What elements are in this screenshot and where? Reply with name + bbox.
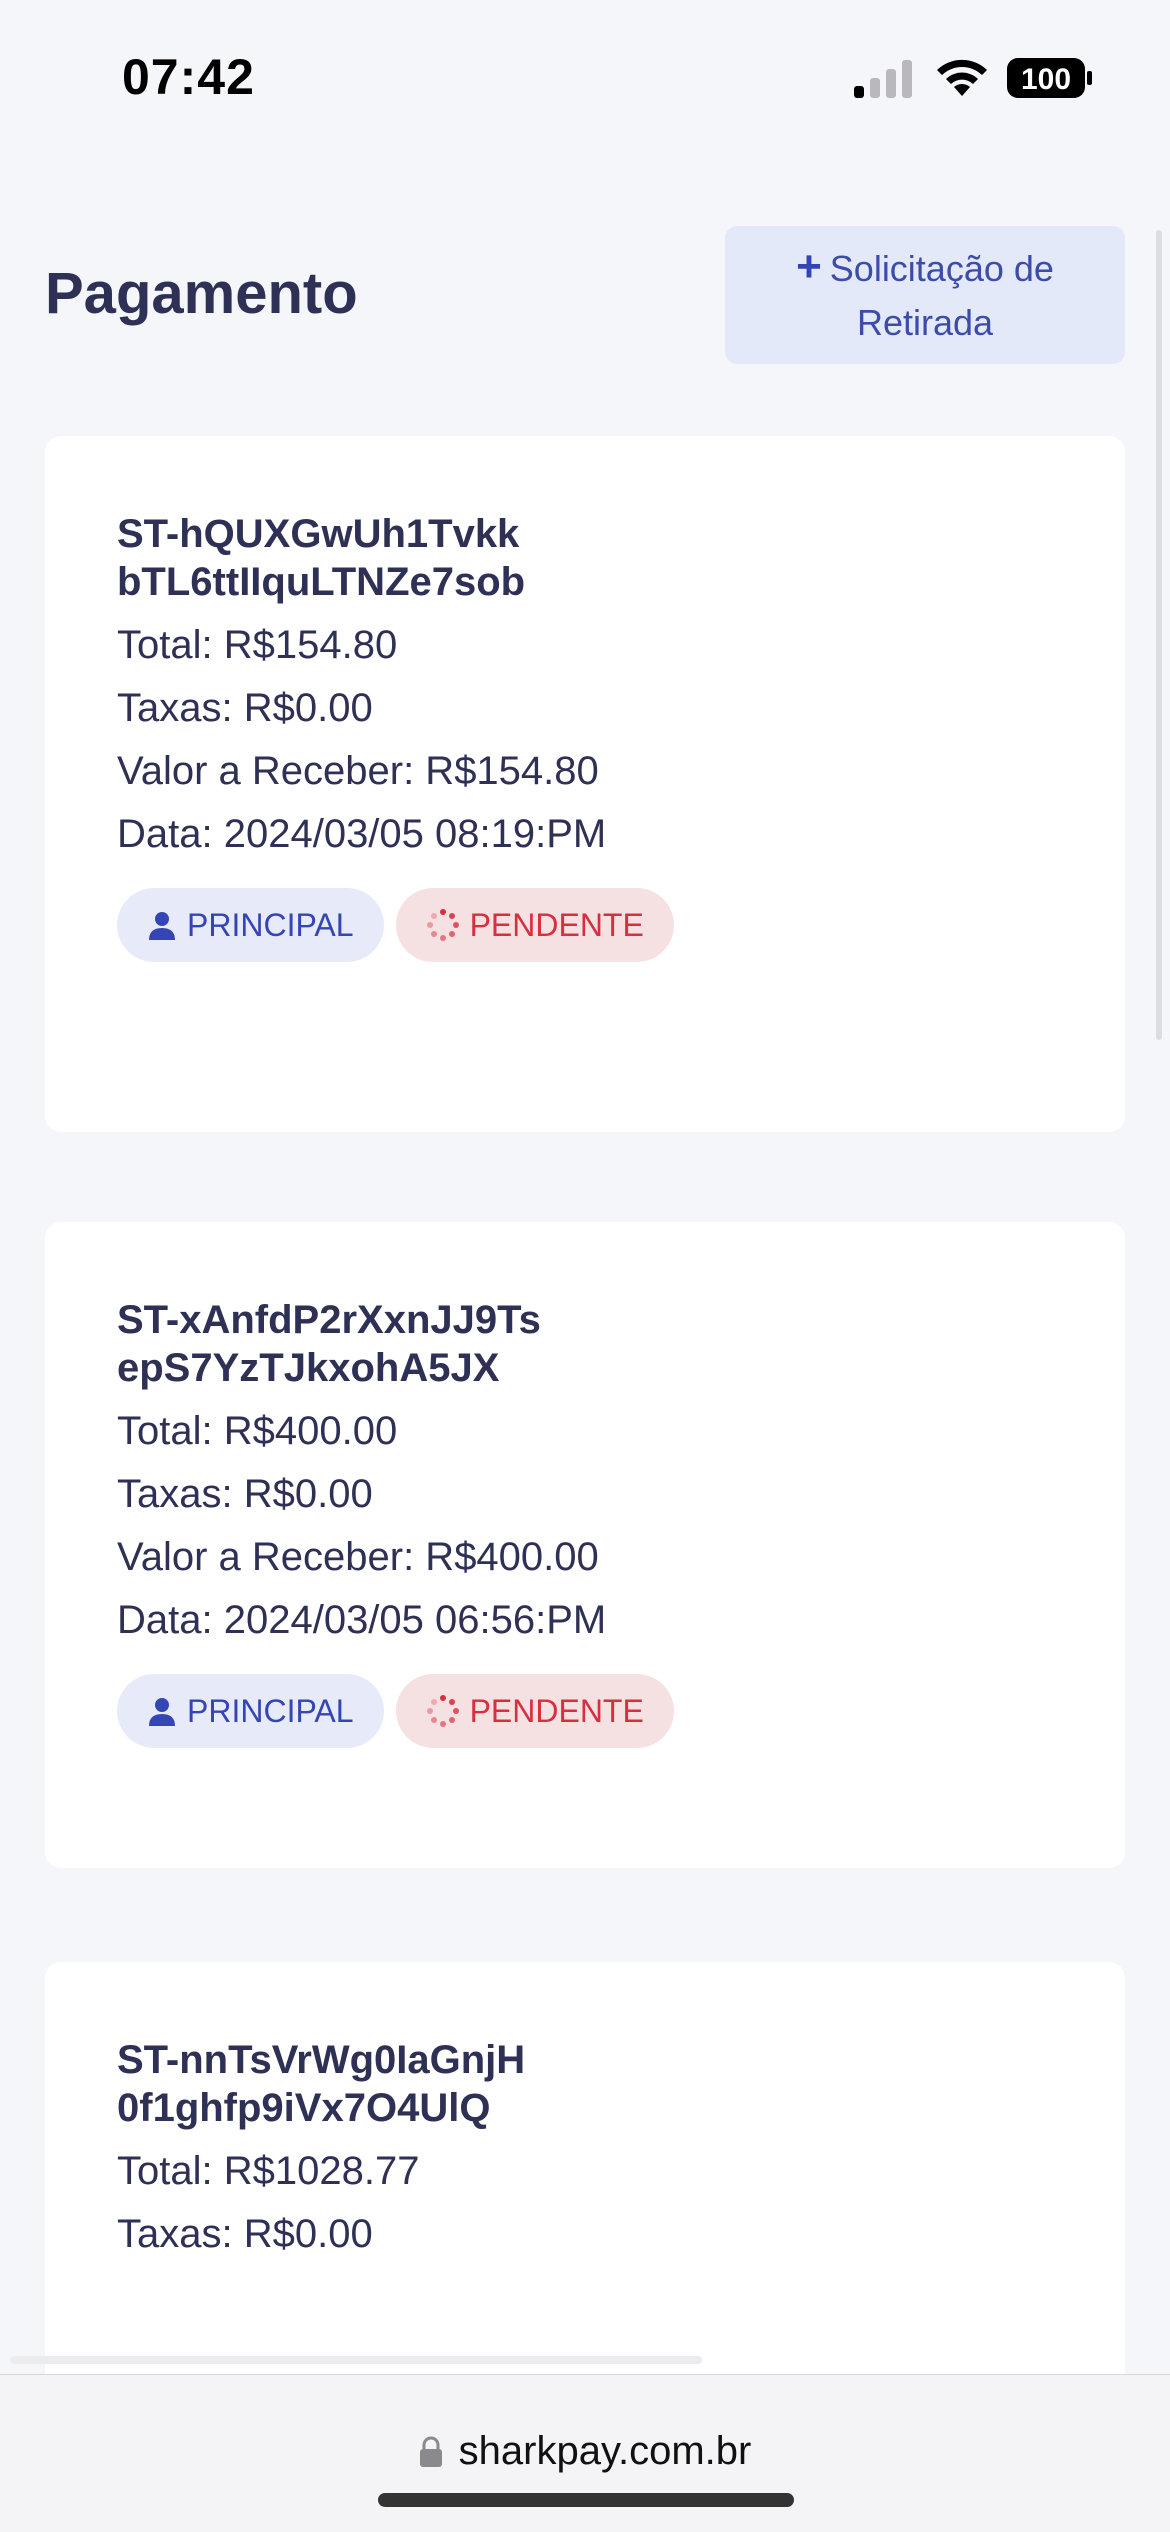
cellular-signal-icon [854, 60, 912, 98]
browser-address-bar[interactable]: sharkpay.com.br [0, 2374, 1170, 2532]
user-icon [149, 1698, 175, 1726]
home-indicator[interactable] [378, 2493, 794, 2507]
payment-fees: Taxas: R$0.00 [117, 1472, 373, 1516]
withdraw-label-line1: Solicitação de [829, 248, 1054, 289]
plus-icon: + [796, 242, 822, 291]
payment-badges: PRINCIPAL PENDENTE [117, 1674, 1017, 1748]
url-text: sharkpay.com.br [458, 2429, 752, 2473]
payment-date: Data: 2024/03/05 06:56:PM [117, 1598, 607, 1642]
payments-page: 07:42 100 Pagamento +Solicitação de Ret [0, 0, 1170, 2532]
account-badge-label: PRINCIPAL [187, 1692, 354, 1729]
lock-icon [419, 2436, 442, 2467]
payment-badges: PRINCIPAL PENDENTE [117, 888, 1017, 962]
spinner-icon [426, 909, 459, 941]
status-badge: PENDENTE [395, 1674, 674, 1748]
payment-id: ST-nnTsVrWg0IaGnjH0f1ghfp9iVx7O4UlQ [117, 2038, 526, 2130]
status-bar: 07:42 100 [0, 0, 1170, 150]
payment-receive: Valor a Receber: R$154.80 [117, 749, 599, 793]
payment-card[interactable]: ST-hQUXGwUh1TvkkbTL6ttIIquLTNZe7sob Tota… [45, 436, 1125, 1132]
user-icon [149, 912, 175, 940]
withdraw-request-button[interactable]: + Solicitação de Retirada [725, 226, 1125, 364]
payment-fees: Taxas: R$0.00 [117, 2212, 373, 2256]
payment-id: ST-hQUXGwUh1TvkkbTL6ttIIquLTNZe7sob [117, 512, 526, 604]
payment-card[interactable]: ST-xAnfdP2rXxnJJ9TsepS7YzTJkxohA5JX Tota… [45, 1222, 1125, 1868]
payment-id: ST-xAnfdP2rXxnJJ9TsepS7YzTJkxohA5JX [117, 1298, 541, 1390]
spinner-icon [426, 1695, 459, 1727]
battery-icon: 100 [1007, 58, 1093, 98]
withdraw-label-line2: Retirada [856, 302, 994, 343]
battery-level: 100 [1021, 63, 1071, 96]
payment-date: Data: 2024/03/05 08:19:PM [117, 812, 607, 856]
page-header: Pagamento + Solicitação de Retirada [45, 226, 1125, 366]
payment-total: Total: R$1028.77 [117, 2149, 420, 2193]
payment-receive: Valor a Receber: R$400.00 [117, 1535, 599, 1579]
account-badge: PRINCIPAL [117, 1674, 384, 1748]
scrollbar[interactable] [1156, 230, 1162, 1040]
status-badge: PENDENTE [395, 888, 674, 962]
page-title: Pagamento [45, 261, 358, 326]
status-badge-label: PENDENTE [469, 1692, 644, 1729]
payment-total: Total: R$400.00 [117, 1409, 398, 1453]
account-badge-label: PRINCIPAL [187, 906, 354, 943]
status-badge-label: PENDENTE [469, 906, 644, 943]
status-time: 07:42 [122, 49, 255, 105]
account-badge: PRINCIPAL [117, 888, 384, 962]
horizontal-scrollbar[interactable] [10, 2356, 702, 2364]
wifi-icon [937, 59, 987, 96]
payment-total: Total: R$154.80 [117, 623, 398, 667]
payment-fees: Taxas: R$0.00 [117, 686, 373, 730]
